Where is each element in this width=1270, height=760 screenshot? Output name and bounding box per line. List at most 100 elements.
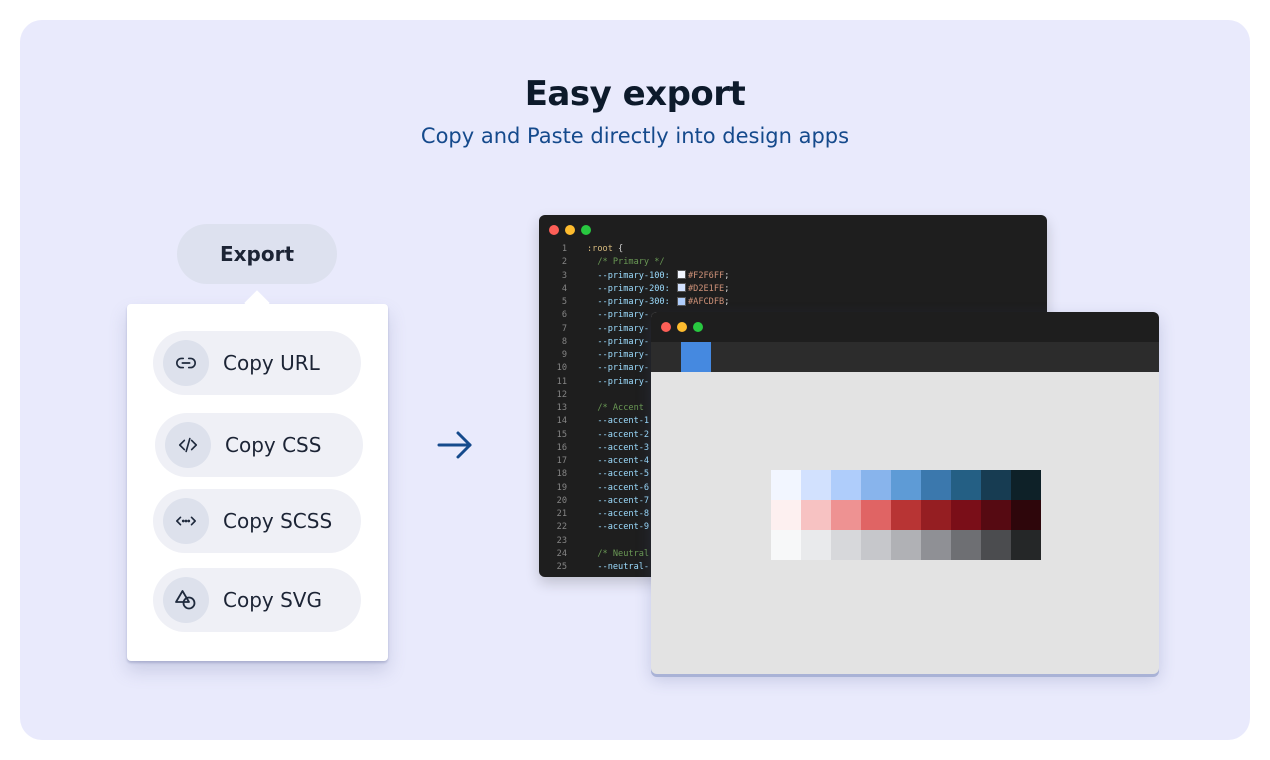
line-text: --accent-7 (587, 495, 649, 508)
code-line: 5 --primary-300: #AFCDFB; (539, 296, 1047, 309)
copy-url-item[interactable]: Copy URL (153, 331, 361, 395)
line-text: /* Accent (587, 402, 644, 415)
palette-row (771, 500, 1041, 530)
line-number: 1 (561, 244, 567, 254)
scss-icon (163, 498, 209, 544)
palette-swatch[interactable] (921, 470, 951, 500)
code-token: --primary-200: (587, 283, 675, 294)
palette-swatch[interactable] (951, 470, 981, 500)
palette-swatch[interactable] (801, 470, 831, 500)
line-text: --accent-2 (587, 429, 649, 442)
color-swatch (676, 283, 686, 293)
line-number: 5 (561, 297, 567, 307)
maximize-dot[interactable] (693, 322, 703, 332)
line-number: 19 (556, 482, 567, 493)
code-token: --neutral- (587, 562, 650, 572)
palette-swatch[interactable] (891, 530, 921, 560)
minimize-dot[interactable] (565, 225, 575, 235)
line-number: 11 (556, 376, 567, 387)
code-token: { (618, 244, 624, 254)
line-number: 4 (561, 283, 567, 294)
palette-swatch[interactable] (921, 530, 951, 560)
link-icon (163, 340, 209, 386)
line-number: 9 (561, 350, 567, 360)
design-app-window (651, 312, 1159, 674)
color-palette (771, 470, 1041, 560)
line-text: --accent-8 (587, 508, 649, 521)
line-number: 13 (556, 403, 567, 413)
palette-swatch[interactable] (771, 500, 801, 530)
palette-swatch[interactable] (831, 530, 861, 560)
line-number: 8 (561, 336, 567, 347)
line-text: --accent-4 (587, 455, 649, 468)
copy-svg-item[interactable]: Copy SVG (153, 568, 361, 632)
palette-swatch[interactable] (951, 530, 981, 560)
line-number: 24 (556, 548, 567, 559)
code-token: --accent-2 (587, 429, 650, 440)
copy-url-label: Copy URL (223, 351, 320, 375)
line-text: --accent-3 (587, 442, 649, 455)
app-toolbar (651, 342, 1159, 372)
code-token: --primary- (587, 376, 650, 387)
line-number: 10 (556, 363, 567, 374)
palette-swatch[interactable] (981, 500, 1011, 530)
palette-swatch[interactable] (891, 500, 921, 530)
line-text: --accent-1 (587, 415, 649, 428)
line-number: 18 (556, 469, 567, 480)
code-token: ; (724, 297, 730, 307)
line-text: --primary-100: #F2F6FF; (587, 270, 729, 283)
maximize-dot[interactable] (581, 225, 591, 235)
shapes-icon (163, 577, 209, 623)
palette-swatch[interactable] (981, 470, 1011, 500)
line-number: 20 (556, 495, 567, 506)
line-text: --primary-200: #D2E1FE; (587, 283, 729, 296)
line-number: 16 (556, 442, 567, 453)
code-token: --accent-6 (587, 482, 650, 493)
line-text: --neutral- (587, 561, 649, 574)
palette-swatch[interactable] (1011, 470, 1041, 500)
palette-swatch[interactable] (891, 470, 921, 500)
line-text: --primary-300: #AFCDFB; (587, 296, 729, 309)
palette-swatch[interactable] (861, 470, 891, 500)
palette-swatch[interactable] (771, 530, 801, 560)
copy-css-item[interactable]: Copy CSS (155, 413, 363, 477)
copy-scss-label: Copy SCSS (223, 509, 333, 533)
line-text: --primary- (587, 362, 649, 375)
palette-swatch[interactable] (771, 470, 801, 500)
palette-swatch[interactable] (801, 500, 831, 530)
page-subtitle: Copy and Paste directly into design apps (420, 124, 850, 148)
line-number: 7 (561, 323, 567, 334)
line-text: --primary- (587, 323, 649, 336)
copy-scss-item[interactable]: Copy SCSS (153, 489, 361, 553)
code-token: --primary- (587, 350, 650, 360)
code-token: /* Accent (587, 403, 644, 413)
palette-swatch[interactable] (1011, 500, 1041, 530)
active-tool-button[interactable] (681, 342, 711, 372)
copy-css-label: Copy CSS (225, 433, 322, 457)
export-button[interactable]: Export (177, 224, 337, 284)
code-token: /* Primary */ (587, 257, 665, 268)
palette-swatch[interactable] (831, 470, 861, 500)
palette-swatch[interactable] (981, 530, 1011, 560)
palette-swatch[interactable] (951, 500, 981, 530)
palette-swatch[interactable] (801, 530, 831, 560)
close-dot[interactable] (661, 322, 671, 332)
palette-swatch[interactable] (921, 500, 951, 530)
palette-row (771, 530, 1041, 560)
palette-swatch[interactable] (831, 500, 861, 530)
code-token: :root (587, 244, 619, 254)
code-token: --accent-9 (587, 522, 650, 533)
line-text: --accent-9 (587, 521, 649, 534)
close-dot[interactable] (549, 225, 559, 235)
code-token: --accent-4 (587, 456, 650, 466)
code-token: --primary-300: (587, 297, 675, 307)
line-text: --primary- (587, 376, 649, 389)
app-titlebar (651, 312, 1159, 342)
palette-swatch[interactable] (1011, 530, 1041, 560)
palette-swatch[interactable] (861, 500, 891, 530)
code-token: --primary- (587, 323, 650, 334)
line-text: --primary- (587, 336, 649, 349)
minimize-dot[interactable] (677, 322, 687, 332)
palette-swatch[interactable] (861, 530, 891, 560)
line-text: --primary- (587, 349, 649, 362)
